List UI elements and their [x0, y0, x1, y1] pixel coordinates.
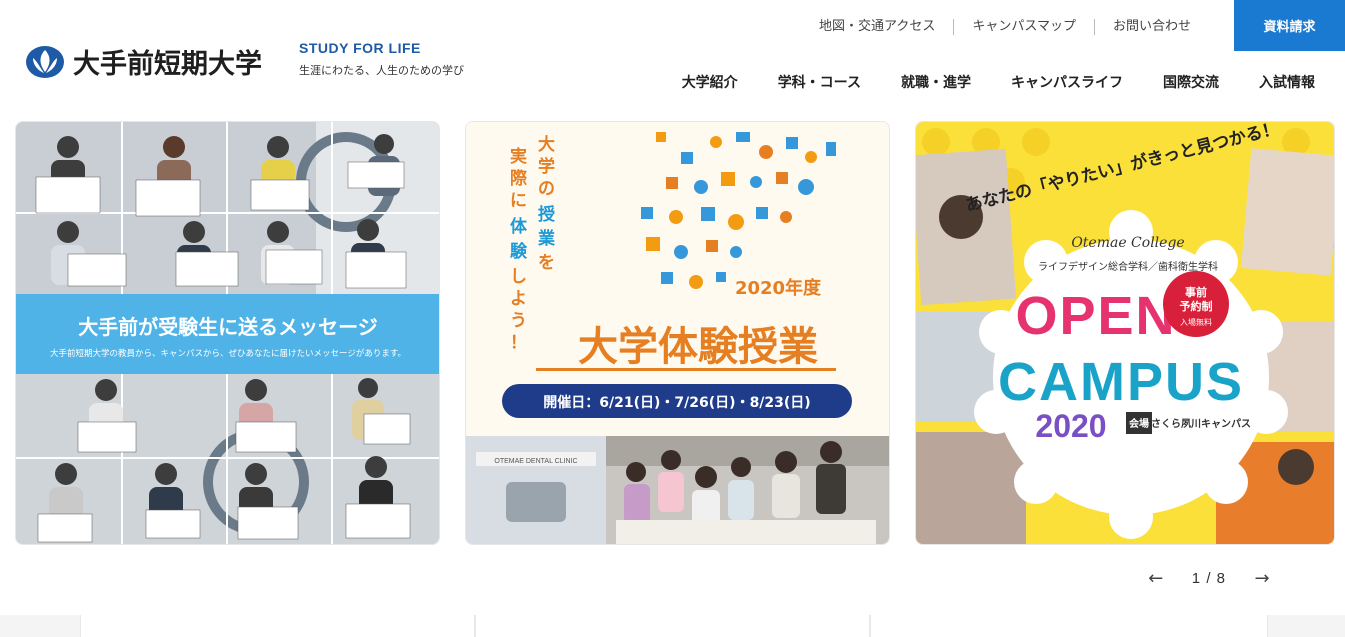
nav-about[interactable]: 大学紹介	[682, 72, 738, 92]
slide2-dates: 開催日：6/21(日)・7/26(日)・8/23(日)	[543, 394, 810, 411]
svg-text:体: 体	[510, 216, 528, 237]
slide2-title: 大学体験授業	[578, 324, 818, 370]
svg-text:際: 際	[510, 168, 528, 189]
nav-admissions[interactable]: 入試情報	[1259, 72, 1315, 92]
slide-trial-class[interactable]: 実際に 体験 しよう！ 大学の 授業 を 2020年度 大学体験授業 開催日：6…	[465, 121, 890, 545]
logo-text: 大手前短期大学	[73, 49, 262, 80]
tagline-en: STUDY FOR LIFE	[299, 40, 421, 56]
nav-career[interactable]: 就職・進学	[901, 72, 971, 92]
carousel-pager: ← 1 / 8 →	[1146, 568, 1272, 589]
svg-text:授: 授	[538, 204, 556, 225]
slide3-badge-line2: 予約制	[1180, 299, 1213, 313]
svg-text:学: 学	[538, 156, 555, 177]
utility-nav: 地図・交通アクセス キャンパスマップ お問い合わせ	[801, 19, 1213, 35]
slide3-open: OPEN	[1015, 286, 1176, 346]
slide3-badge-line1: 事前	[1185, 285, 1207, 299]
page-current: 1	[1191, 570, 1202, 587]
slide3-venue-label: 会場	[1129, 417, 1149, 430]
slide3-departments: ライフデザイン総合学科／歯科衛生学科	[1038, 260, 1218, 273]
slide2-year: 2020年度	[735, 277, 822, 299]
svg-text:験: 験	[510, 241, 528, 262]
nav-campus-life[interactable]: キャンパスライフ	[1011, 72, 1123, 92]
slide3-venue: さくら夙川キャンパス	[1151, 418, 1251, 430]
svg-text:の: の	[538, 179, 555, 199]
slide1-title: 大手前が受験生に送るメッセージ	[78, 315, 378, 339]
page-separator: /	[1206, 570, 1212, 587]
slide2-clinic-sign: OTEMAE DENTAL CLINIC	[494, 458, 577, 465]
util-link-campus-map[interactable]: キャンパスマップ	[954, 19, 1095, 35]
svg-text:よ: よ	[510, 289, 527, 309]
svg-text:大: 大	[538, 134, 555, 155]
svg-text:！: ！	[510, 333, 527, 353]
main-nav: 大学紹介 学科・コース 就職・進学 キャンパスライフ 国際交流 入試情報	[642, 72, 1315, 92]
slide-message[interactable]: 大手前が受験生に送るメッセージ 大手前短期大学の教員から、キャンパスから、ぜひあ…	[15, 121, 440, 545]
site-logo[interactable]: 大手前短期大学	[25, 42, 262, 81]
svg-text:に: に	[510, 191, 527, 211]
tagline: STUDY FOR LIFE 生涯にわたる、人生のための学び	[299, 40, 464, 78]
util-link-contact[interactable]: お問い合わせ	[1095, 19, 1213, 35]
svg-text:業: 業	[538, 228, 555, 249]
page-indicator: 1 / 8	[1192, 570, 1226, 587]
svg-text:し: し	[510, 267, 527, 287]
slide3-year: 2020	[1035, 408, 1106, 444]
svg-text:う: う	[510, 311, 527, 331]
next-arrow-icon[interactable]: →	[1252, 568, 1272, 589]
next-section-card	[80, 615, 475, 637]
svg-text:実: 実	[510, 146, 527, 167]
slide-open-campus[interactable]: あなたの「やりたい」がきっと見つかる！ Otemae College ライフデザ…	[915, 121, 1335, 545]
util-link-access[interactable]: 地図・交通アクセス	[801, 19, 955, 35]
document-request-button[interactable]: 資料請求	[1234, 0, 1345, 51]
page-total: 8	[1216, 570, 1226, 587]
slide3-college: Otemae College	[1071, 235, 1184, 251]
slide1-subtitle: 大手前短期大学の教員から、キャンパスから、ぜひあなたに届けたいメッセージがありま…	[50, 348, 406, 359]
slide-carousel: 大手前が受験生に送るメッセージ 大手前短期大学の教員から、キャンパスから、ぜひあ…	[15, 121, 1335, 545]
nav-departments[interactable]: 学科・コース	[778, 72, 861, 92]
nav-international[interactable]: 国際交流	[1163, 72, 1219, 92]
next-section-card	[475, 615, 870, 637]
svg-text:を: を	[538, 253, 555, 273]
tagline-ja: 生涯にわたる、人生のための学び	[299, 64, 464, 77]
next-section-card	[870, 615, 1268, 637]
slide3-badge-line3: 入場無料	[1180, 317, 1212, 327]
logo-mark-icon	[26, 45, 64, 78]
slide3-campus: CAMPUS	[998, 352, 1244, 412]
prev-arrow-icon[interactable]: ←	[1146, 568, 1166, 589]
